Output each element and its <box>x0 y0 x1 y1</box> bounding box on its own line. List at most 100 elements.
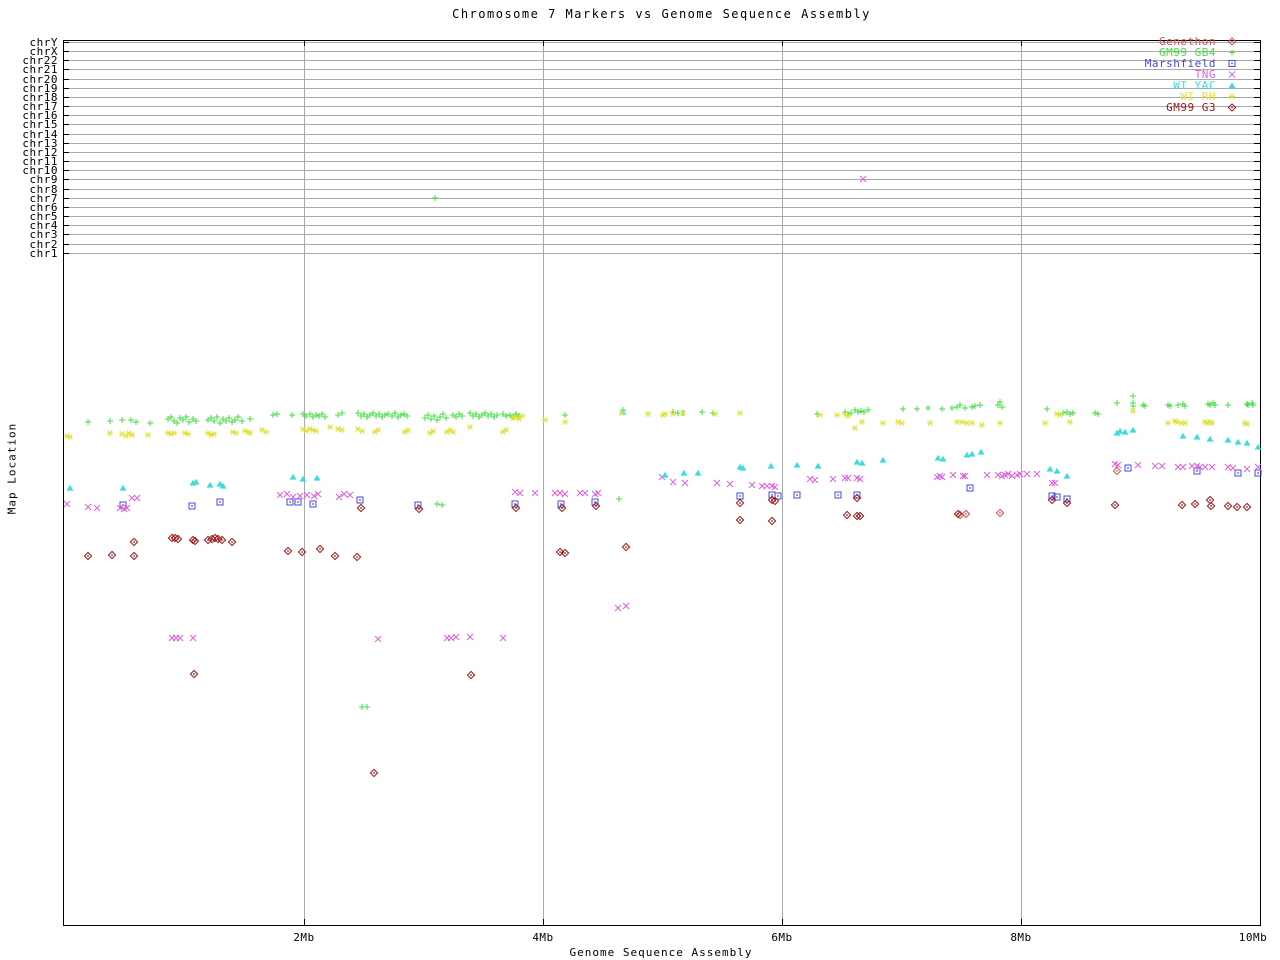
plus-marker-icon <box>1228 49 1236 56</box>
data-point <box>669 478 677 486</box>
data-point <box>511 503 521 513</box>
data-point <box>1151 462 1159 470</box>
data-point <box>561 411 569 419</box>
data-point <box>188 502 196 510</box>
data-point <box>1243 400 1251 408</box>
data-point <box>511 488 519 496</box>
data-point <box>1179 463 1187 471</box>
data-point <box>210 417 218 425</box>
data-point <box>857 407 865 415</box>
data-point <box>436 413 444 421</box>
data-point <box>427 415 435 423</box>
data-point <box>698 408 706 416</box>
data-points-layer <box>63 175 1262 778</box>
data-point <box>1124 464 1132 472</box>
data-point <box>356 496 364 504</box>
data-point <box>844 474 852 482</box>
data-point <box>971 402 979 410</box>
data-point <box>726 480 734 488</box>
data-point <box>1224 463 1232 471</box>
data-point <box>948 404 956 412</box>
data-point <box>644 410 652 418</box>
data-point <box>816 411 824 419</box>
data-point <box>83 551 93 561</box>
data-point <box>283 546 293 556</box>
data-point <box>681 479 689 487</box>
data-point <box>1174 463 1182 471</box>
data-point <box>926 419 934 427</box>
data-point <box>551 489 559 497</box>
data-point <box>924 404 932 412</box>
data-point <box>556 489 564 497</box>
series-gm99-gb4 <box>84 194 1257 711</box>
data-point <box>1164 419 1172 427</box>
data-point <box>1129 407 1137 415</box>
data-point <box>806 475 814 483</box>
data-point <box>994 471 1002 479</box>
data-point <box>1033 470 1041 478</box>
data-point <box>814 462 822 469</box>
data-point <box>273 410 281 418</box>
grid-layer <box>63 40 1260 925</box>
data-point <box>1206 435 1214 442</box>
diamond-dot-marker-icon <box>1227 37 1237 46</box>
data-point <box>1063 472 1071 479</box>
data-point <box>189 634 197 642</box>
data-point <box>934 454 942 461</box>
data-point <box>1190 499 1200 509</box>
triangle-marker-icon <box>1228 82 1236 89</box>
data-point <box>63 500 71 508</box>
data-point <box>466 409 474 417</box>
data-point <box>1224 436 1232 443</box>
data-point <box>315 544 325 554</box>
data-point <box>977 448 985 455</box>
data-point <box>576 489 584 497</box>
data-point <box>1243 465 1251 473</box>
data-point <box>1208 463 1216 471</box>
data-point <box>227 537 237 547</box>
data-point <box>713 479 721 487</box>
data-point <box>133 494 141 502</box>
data-point <box>466 670 476 680</box>
data-point <box>430 412 438 420</box>
data-point <box>1129 392 1137 400</box>
scatter-plot-canvas <box>63 40 1262 926</box>
data-point <box>966 484 974 492</box>
data-point <box>1046 465 1054 472</box>
data-point <box>66 484 74 491</box>
data-point <box>858 459 866 466</box>
data-point <box>735 498 745 508</box>
data-point <box>1069 409 1077 417</box>
data-point <box>321 413 329 421</box>
data-point <box>106 429 114 437</box>
data-point <box>1232 502 1242 512</box>
data-point <box>851 424 859 432</box>
tick-label-8Mb: 8Mb <box>1010 931 1032 944</box>
data-point <box>793 461 801 468</box>
data-point <box>1201 463 1209 471</box>
data-point <box>330 551 340 561</box>
data-point <box>206 481 214 488</box>
data-point <box>736 492 744 500</box>
data-point <box>374 635 382 643</box>
data-point <box>1113 399 1121 407</box>
data-point <box>1129 402 1137 410</box>
data-point <box>309 500 317 508</box>
data-point <box>1229 464 1237 472</box>
data-point <box>128 494 136 502</box>
data-point <box>431 194 439 202</box>
data-point <box>961 509 971 519</box>
data-point <box>246 415 254 423</box>
data-point <box>118 416 126 424</box>
plot-border <box>63 40 1261 926</box>
data-point <box>1053 467 1061 474</box>
data-point <box>1179 432 1187 439</box>
data-point <box>735 515 745 525</box>
data-point <box>833 411 841 419</box>
data-point <box>288 411 296 419</box>
cross-marker-icon <box>1228 71 1236 78</box>
data-point <box>185 418 193 426</box>
square-dot-marker-icon <box>1228 60 1236 67</box>
data-point <box>591 501 601 511</box>
data-point <box>1041 419 1049 427</box>
